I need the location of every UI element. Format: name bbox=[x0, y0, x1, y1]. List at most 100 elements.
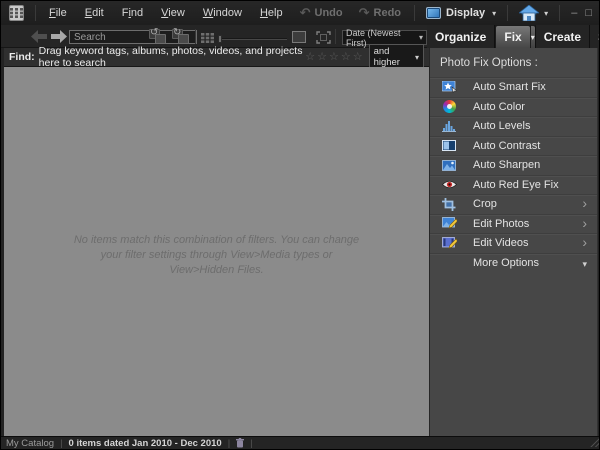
menu-view[interactable]: View bbox=[152, 3, 194, 23]
monitor-icon bbox=[426, 7, 442, 19]
toolbar-divider bbox=[335, 29, 336, 44]
tab-create[interactable]: Create bbox=[535, 25, 591, 48]
minimize-button[interactable]: – bbox=[571, 8, 577, 19]
star-icon[interactable]: ☆ bbox=[329, 51, 339, 63]
maximize-button[interactable]: □ bbox=[585, 8, 592, 19]
fix-item-label: Auto Red Eye Fix bbox=[473, 178, 559, 191]
fix-item-label: Edit Photos bbox=[473, 217, 530, 230]
edit-photos-icon bbox=[440, 217, 458, 230]
chevron-right-icon: › bbox=[582, 195, 587, 211]
auto-red-eye-icon bbox=[440, 180, 458, 189]
fix-item-label: More Options bbox=[473, 256, 540, 269]
star-icon[interactable]: ☆ bbox=[353, 51, 363, 63]
items-summary: 0 items dated Jan 2010 - Dec 2010 bbox=[68, 437, 222, 449]
display-button[interactable]: Display ▾ bbox=[420, 7, 502, 19]
find-bar[interactable]: Find: Drag keyword tags, albums, photos,… bbox=[4, 44, 429, 70]
chevron-down-icon: ▾ bbox=[530, 32, 535, 42]
find-label: Find: bbox=[9, 51, 35, 63]
fix-item-label: Auto Levels bbox=[473, 120, 531, 133]
trash-icon[interactable] bbox=[236, 438, 245, 448]
chevron-down-icon: ▾ bbox=[418, 33, 423, 42]
home-button[interactable]: ▾ bbox=[513, 5, 554, 21]
fix-item-label: Edit Videos bbox=[473, 237, 529, 250]
find-instruction: Drag keyword tags, albums, photos, video… bbox=[38, 45, 303, 69]
chevron-down-icon: ▾ bbox=[492, 8, 497, 18]
fix-item-label: Auto Contrast bbox=[473, 139, 541, 152]
star-icon[interactable]: ☆ bbox=[305, 51, 315, 63]
edit-videos-button[interactable]: Edit Videos › bbox=[430, 233, 597, 253]
menu-find[interactable]: Find bbox=[113, 3, 152, 23]
auto-color-button[interactable]: Auto Color bbox=[430, 96, 597, 117]
chevron-down-icon: ▾ bbox=[414, 52, 419, 62]
back-arrow-button[interactable] bbox=[31, 30, 47, 43]
display-label: Display bbox=[446, 7, 486, 19]
chevron-right-icon: › bbox=[582, 234, 587, 250]
star-icon[interactable]: ☆ bbox=[317, 51, 327, 63]
more-options-button[interactable]: More Options ▾ bbox=[430, 252, 597, 273]
edit-photos-button[interactable]: Edit Photos › bbox=[430, 213, 597, 234]
menu-file[interactable]: File bbox=[40, 3, 76, 23]
tab-fix[interactable]: Fix bbox=[495, 25, 531, 48]
redo-icon: ↷ bbox=[358, 5, 370, 20]
auto-sharpen-button[interactable]: Auto Sharpen bbox=[430, 155, 597, 175]
menu-edit[interactable]: Edit bbox=[76, 3, 113, 23]
resize-grip[interactable] bbox=[590, 438, 599, 447]
home-icon bbox=[519, 5, 540, 21]
rotate-left-icon: ↺ bbox=[150, 27, 159, 38]
tab-organize[interactable]: Organize bbox=[427, 25, 496, 48]
forward-arrow-button[interactable] bbox=[51, 30, 67, 43]
crop-button[interactable]: Crop › bbox=[430, 194, 597, 214]
undo-button[interactable]: ↶ Undo bbox=[292, 5, 351, 21]
window-controls: – □ × bbox=[565, 8, 599, 19]
redo-button[interactable]: ↷ Redo bbox=[351, 5, 409, 21]
fullscreen-view-button[interactable] bbox=[316, 31, 331, 44]
chevron-down-icon: ▾ bbox=[582, 258, 587, 269]
auto-levels-icon bbox=[440, 120, 458, 133]
fix-item-label: Auto Sharpen bbox=[473, 159, 541, 172]
chevron-down-icon: ▾ bbox=[544, 8, 549, 18]
rating-filter-value: and higher bbox=[373, 46, 400, 68]
menubar-divider bbox=[35, 5, 36, 21]
chevron-right-icon: › bbox=[582, 214, 587, 231]
thumbnail-grid-glyph bbox=[10, 8, 23, 18]
auto-levels-button[interactable]: Auto Levels bbox=[430, 116, 597, 136]
edit-videos-icon bbox=[440, 236, 458, 250]
toolbar-divider bbox=[195, 29, 196, 44]
menu-help[interactable]: Help bbox=[251, 3, 292, 23]
menubar-divider bbox=[414, 5, 416, 21]
catalog-name: My Catalog bbox=[6, 437, 55, 449]
undo-label: Undo bbox=[314, 7, 343, 19]
single-photo-view-button[interactable] bbox=[292, 31, 306, 43]
empty-state-message: No items match this combination of filte… bbox=[73, 234, 360, 276]
statusbar-divider: | bbox=[250, 437, 253, 449]
star-icon[interactable]: ☆ bbox=[341, 51, 351, 63]
auto-contrast-button[interactable]: Auto Contrast bbox=[430, 135, 597, 156]
menu-bar: File Edit Find View Window Help ↶ Undo ↷… bbox=[1, 1, 599, 25]
crop-icon bbox=[440, 197, 458, 211]
fix-panel: Photo Fix Options : Auto Smart Fix Auto … bbox=[429, 48, 598, 438]
menubar-right-group: ↶ Undo ↷ Redo Display ▾ ▾ – □ bbox=[292, 1, 599, 25]
auto-color-icon bbox=[440, 100, 458, 114]
media-browser: No items match this combination of filte… bbox=[4, 67, 429, 438]
fix-item-label: Auto Color bbox=[473, 100, 525, 113]
auto-sharpen-icon bbox=[440, 159, 458, 171]
auto-smart-fix-button[interactable]: Auto Smart Fix bbox=[430, 77, 597, 97]
tab-share[interactable]: Share bbox=[590, 25, 599, 48]
organizer-window: File Edit Find View Window Help ↶ Undo ↷… bbox=[0, 0, 600, 450]
rating-filter-stars[interactable]: ☆ ☆ ☆ ☆ ☆ bbox=[305, 51, 363, 63]
slider-thumb[interactable] bbox=[218, 35, 222, 43]
fix-item-label: Auto Smart Fix bbox=[473, 81, 546, 94]
auto-red-eye-fix-button[interactable]: Auto Red Eye Fix bbox=[430, 174, 597, 195]
rotate-left-button[interactable]: ↺ bbox=[149, 27, 166, 44]
menubar-divider bbox=[507, 5, 509, 21]
fix-item-label: Crop bbox=[473, 198, 497, 211]
statusbar-divider: | bbox=[227, 437, 231, 449]
sort-order-dropdown[interactable]: Date (Newest First) ▾ bbox=[342, 28, 427, 48]
undo-icon: ↶ bbox=[299, 5, 311, 20]
rotate-right-button[interactable]: ↻ bbox=[172, 27, 189, 44]
rotate-right-icon: ↻ bbox=[173, 27, 182, 38]
mode-tabs: Organize Fix ▾ Create Share bbox=[427, 25, 599, 48]
thumbnail-size-slider[interactable] bbox=[218, 35, 287, 43]
small-thumbnails-icon[interactable] bbox=[201, 33, 214, 43]
menu-window[interactable]: Window bbox=[194, 3, 251, 23]
